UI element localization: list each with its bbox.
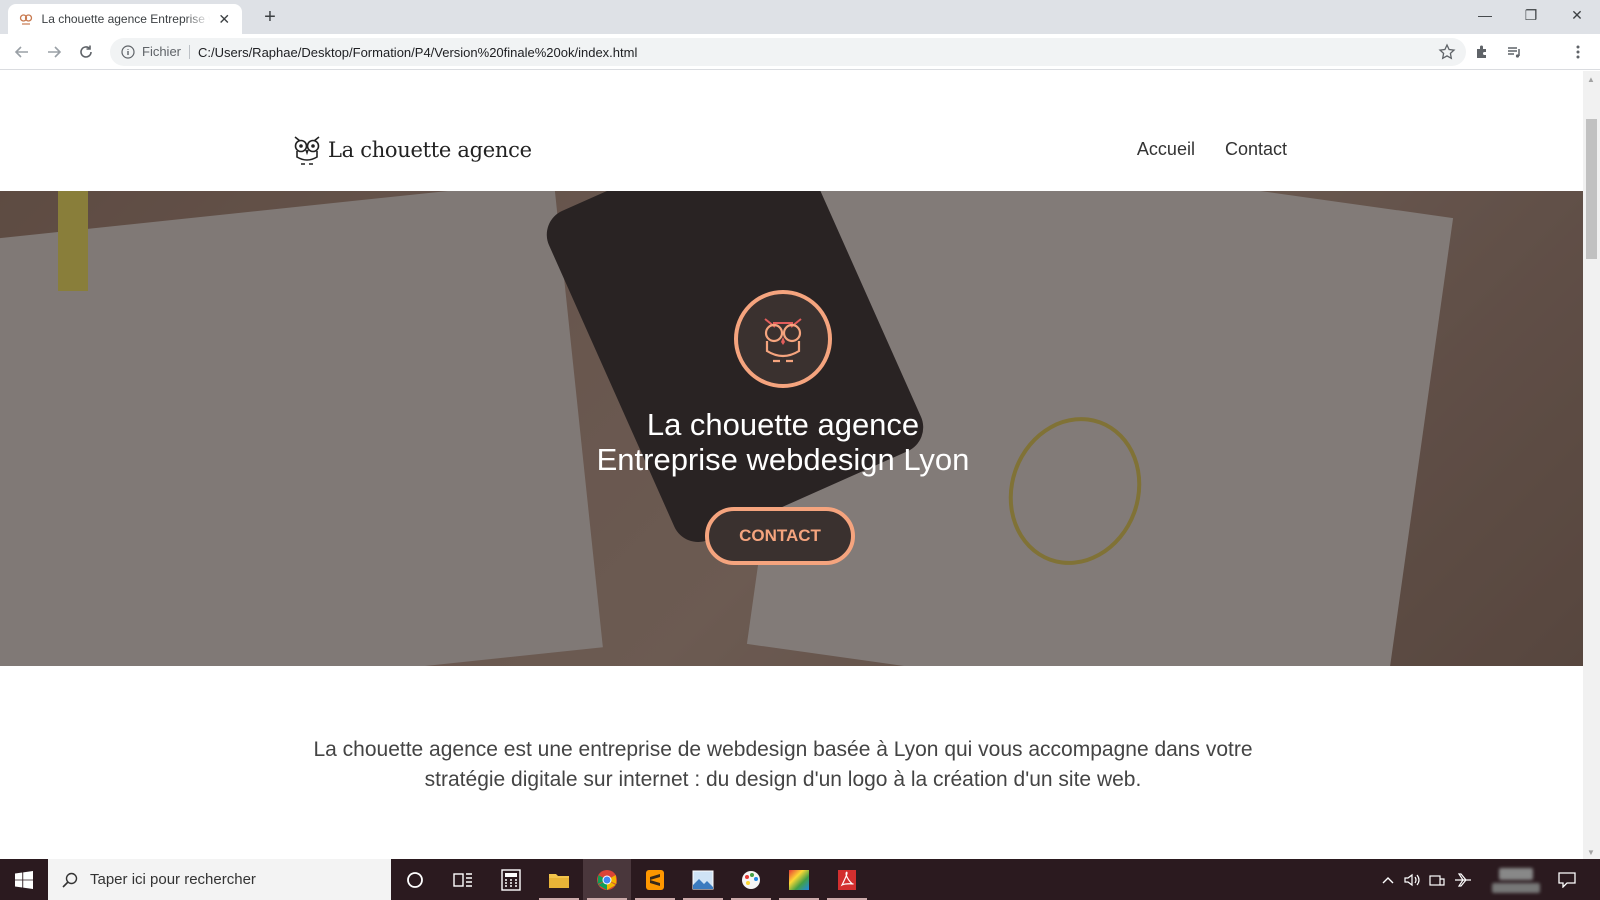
scheme-label: Fichier	[142, 45, 191, 59]
hero-title-line-1: La chouette agence	[646, 407, 920, 442]
intro-line-2: stratégie digitale sur internet : du des…	[424, 768, 1142, 791]
windows-taskbar: Taper ici pour rechercher	[0, 859, 1600, 900]
network-icon[interactable]	[1428, 859, 1446, 900]
owl-favicon-icon	[18, 11, 34, 27]
info-icon[interactable]	[120, 44, 136, 60]
task-view-icon[interactable]	[439, 859, 487, 900]
hero-content: La chouette agence Entreprise webdesign …	[0, 191, 1583, 666]
contact-button[interactable]: CONTACT	[705, 507, 855, 565]
color-app-icon[interactable]	[775, 859, 823, 900]
paint-icon[interactable]	[727, 859, 775, 900]
calculator-icon[interactable]	[487, 859, 535, 900]
restore-icon[interactable]: ❐	[1508, 0, 1554, 30]
sublime-text-icon[interactable]	[631, 859, 679, 900]
search-placeholder: Taper ici pour rechercher	[90, 871, 256, 888]
show-hidden-icons-icon[interactable]	[1382, 859, 1394, 900]
page-viewport: La chouette agence Accueil Contact La ch…	[0, 71, 1583, 859]
cortana-icon[interactable]	[391, 859, 439, 900]
nav-link-contact[interactable]: Contact	[1225, 139, 1287, 160]
close-window-icon[interactable]: ✕	[1554, 0, 1600, 30]
site-header: La chouette agence Accueil Contact	[0, 101, 1583, 191]
taskbar-search[interactable]: Taper ici pour rechercher	[48, 859, 391, 900]
nav-link-accueil[interactable]: Accueil	[1137, 139, 1195, 160]
owl-emblem-icon	[764, 318, 802, 363]
scroll-up-arrow-icon[interactable]: ▲	[1587, 75, 1595, 84]
minimize-icon[interactable]: —	[1462, 0, 1508, 30]
menu-kebab-icon[interactable]	[1568, 42, 1588, 62]
tab-title: La chouette agence Entreprise webdesign …	[41, 12, 211, 26]
hero-title-line-2: Entreprise webdesign Lyon	[596, 442, 970, 477]
close-tab-icon[interactable]: ✕	[216, 11, 232, 27]
volume-icon[interactable]	[1404, 859, 1422, 900]
intro-line-1: La chouette agence est une entreprise de…	[313, 738, 1253, 761]
url-text[interactable]: C:/Users/Raphae/Desktop/Formation/P4/Ver…	[198, 45, 637, 60]
hero-banner: La chouette agence Entreprise webdesign …	[0, 191, 1583, 666]
notifications-icon[interactable]	[1558, 859, 1576, 900]
taskbar-clock[interactable]	[1490, 865, 1542, 896]
logo-text: La chouette agence	[328, 138, 532, 162]
new-tab-button[interactable]: +	[258, 6, 282, 30]
back-icon[interactable]	[10, 40, 34, 64]
extensions-icon[interactable]	[1472, 42, 1492, 62]
main-nav: Accueil Contact	[1137, 139, 1287, 160]
browser-toolbar: Fichier C:/Users/Raphae/Desktop/Formatio…	[0, 34, 1600, 70]
site-logo[interactable]: La chouette agence	[292, 133, 532, 167]
search-icon	[62, 872, 78, 888]
hero-title: La chouette agence Entreprise webdesign …	[0, 407, 1566, 477]
bookmark-star-icon[interactable]	[1438, 43, 1456, 61]
scroll-down-arrow-icon[interactable]: ▼	[1587, 848, 1595, 857]
hero-owl-emblem	[734, 290, 832, 388]
windows-start-icon[interactable]	[0, 859, 48, 900]
page-scrollbar[interactable]: ▲ ▼	[1583, 71, 1600, 859]
photos-icon[interactable]	[679, 859, 727, 900]
browser-tabstrip: La chouette agence Entreprise webdesign …	[0, 0, 1600, 34]
browser-tab[interactable]: La chouette agence Entreprise webdesign …	[8, 4, 242, 34]
intro-text: La chouette agence est une entreprise de…	[0, 735, 1566, 795]
file-explorer-icon[interactable]	[535, 859, 583, 900]
forward-icon[interactable]	[42, 40, 66, 64]
airplane-mode-icon[interactable]	[1454, 859, 1472, 900]
media-queue-icon[interactable]	[1504, 42, 1524, 62]
acrobat-icon[interactable]	[823, 859, 871, 900]
owl-logo-icon	[294, 136, 320, 165]
address-bar[interactable]: Fichier C:/Users/Raphae/Desktop/Formatio…	[110, 38, 1466, 66]
chrome-icon[interactable]	[583, 859, 631, 900]
scroll-thumb[interactable]	[1586, 119, 1597, 259]
reload-icon[interactable]	[74, 40, 98, 64]
